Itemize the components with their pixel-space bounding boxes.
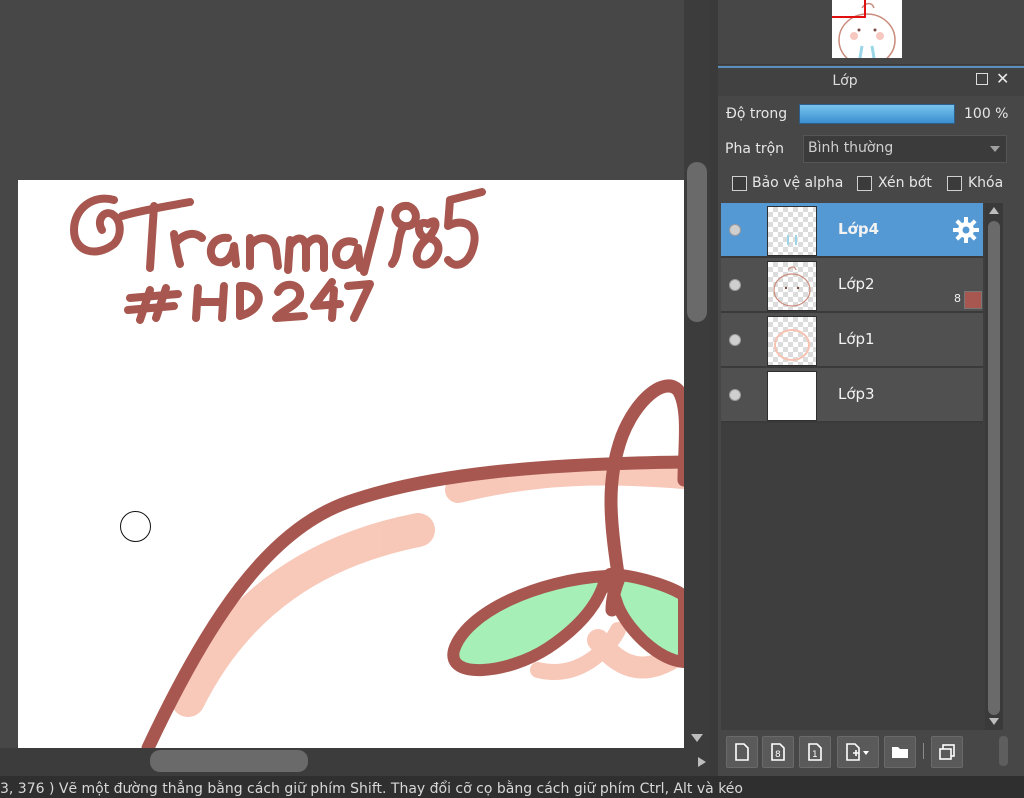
layer-row-lop1[interactable]: Lớp1 — [721, 313, 983, 368]
blend-mode-label: Pha trộn — [725, 141, 785, 157]
status-text: 3, 376 ) Vẽ một đường thẳng bằng cách gi… — [0, 781, 743, 797]
new-layer-icon — [735, 743, 749, 761]
lock-label: Khóa — [968, 175, 1004, 191]
add-layer-menu-button[interactable] — [837, 736, 879, 768]
vertical-scroll-thumb[interactable] — [687, 162, 707, 322]
signature-handwriting — [70, 188, 486, 324]
panel-splitter[interactable] — [710, 0, 718, 776]
layer-name[interactable]: Lớp3 — [838, 385, 875, 403]
visibility-toggle-icon[interactable] — [729, 279, 741, 291]
layer-bit-depth-badge: 8 — [954, 292, 961, 305]
toolbar-separator — [923, 743, 924, 759]
scroll-right-arrow-icon[interactable] — [698, 757, 706, 767]
scroll-down-arrow-icon[interactable] — [691, 734, 703, 742]
visibility-toggle-icon[interactable] — [729, 334, 741, 346]
canvas-area[interactable] — [0, 0, 684, 748]
duplicate-layer-button[interactable] — [931, 736, 963, 768]
new-8bit-layer-icon: 8 — [771, 743, 785, 761]
layer-panel-title: Lớp — [832, 73, 858, 89]
add-layer-menu-icon — [846, 743, 869, 761]
visibility-toggle-icon[interactable] — [729, 389, 741, 401]
layer-color-swatch — [964, 291, 982, 309]
popout-icon[interactable] — [976, 73, 988, 85]
layer-thumbnail — [767, 206, 817, 256]
canvas-vertical-scrollbar[interactable] — [684, 0, 710, 748]
layer-name[interactable]: Lớp2 — [838, 275, 875, 293]
character-outline — [141, 379, 684, 748]
layer-list-scrollbar[interactable] — [985, 203, 1003, 730]
lock-checkbox[interactable] — [947, 176, 962, 191]
new-1bit-layer-button[interactable]: 1 — [799, 736, 831, 768]
layer-name[interactable]: Lớp4 — [838, 220, 879, 238]
navigator-viewport-box[interactable] — [832, 0, 866, 18]
layer-toolbar: 8 1 — [718, 733, 1024, 773]
layer-list: Lớp4 Lớp2 8 Lớp1 Lớp3 — [721, 203, 985, 730]
layer-row-lop2[interactable]: Lớp2 8 — [721, 258, 983, 313]
scroll-up-arrow-icon[interactable] — [989, 207, 999, 214]
new-layer-button[interactable] — [726, 736, 758, 768]
layer-thumbnail — [767, 371, 817, 421]
layer-thumbnail — [767, 316, 817, 366]
new-1bit-layer-icon: 1 — [808, 743, 822, 761]
layer-row-lop3[interactable]: Lớp3 — [721, 368, 983, 423]
horizontal-scroll-thumb[interactable] — [150, 750, 308, 772]
gear-icon[interactable] — [952, 216, 980, 244]
duplicate-layer-icon — [939, 744, 955, 760]
close-icon[interactable]: ✕ — [996, 69, 1009, 88]
brush-circle-cursor — [120, 511, 151, 542]
svg-text:1: 1 — [812, 750, 818, 760]
toolbar-scroll-handle[interactable] — [999, 736, 1008, 766]
visibility-toggle-icon[interactable] — [729, 224, 741, 236]
artwork — [70, 188, 684, 748]
opacity-label: Độ trong — [726, 106, 788, 122]
new-8bit-layer-button[interactable]: 8 — [762, 736, 794, 768]
scroll-down-arrow-icon[interactable] — [989, 718, 999, 725]
layer-list-scroll-thumb[interactable] — [988, 221, 1000, 715]
clipping-label: Xén bớt — [878, 175, 932, 191]
svg-text:8: 8 — [775, 750, 781, 760]
leaf-shapes — [447, 568, 684, 676]
new-folder-button[interactable] — [884, 736, 916, 768]
canvas-paper[interactable] — [18, 180, 684, 748]
layer-panel-header: Lớp ✕ — [718, 66, 1024, 96]
chevron-down-icon — [990, 146, 1000, 152]
protect-alpha-checkbox[interactable] — [732, 176, 747, 191]
navigator-panel — [718, 0, 1024, 65]
navigator-thumbnail[interactable] — [832, 0, 902, 58]
canvas-horizontal-scrollbar[interactable] — [0, 748, 710, 776]
new-folder-icon — [892, 747, 908, 758]
protect-alpha-label: Bảo vệ alpha — [752, 175, 844, 191]
blend-mode-value: Bình thường — [808, 140, 894, 156]
blend-mode-select[interactable]: Bình thường — [803, 135, 1007, 163]
status-bar: 3, 376 ) Vẽ một đường thẳng bằng cách gi… — [0, 776, 1024, 798]
layer-row-lop4[interactable]: Lớp4 — [721, 203, 983, 258]
clipping-checkbox[interactable] — [857, 176, 872, 191]
opacity-value: 100 % — [964, 106, 1009, 122]
layer-thumbnail — [767, 261, 817, 311]
opacity-slider[interactable] — [799, 104, 955, 124]
right-panel: Lớp ✕ Độ trong 100 % Pha trộn Bình thườn… — [718, 0, 1024, 776]
layer-name[interactable]: Lớp1 — [838, 330, 875, 348]
